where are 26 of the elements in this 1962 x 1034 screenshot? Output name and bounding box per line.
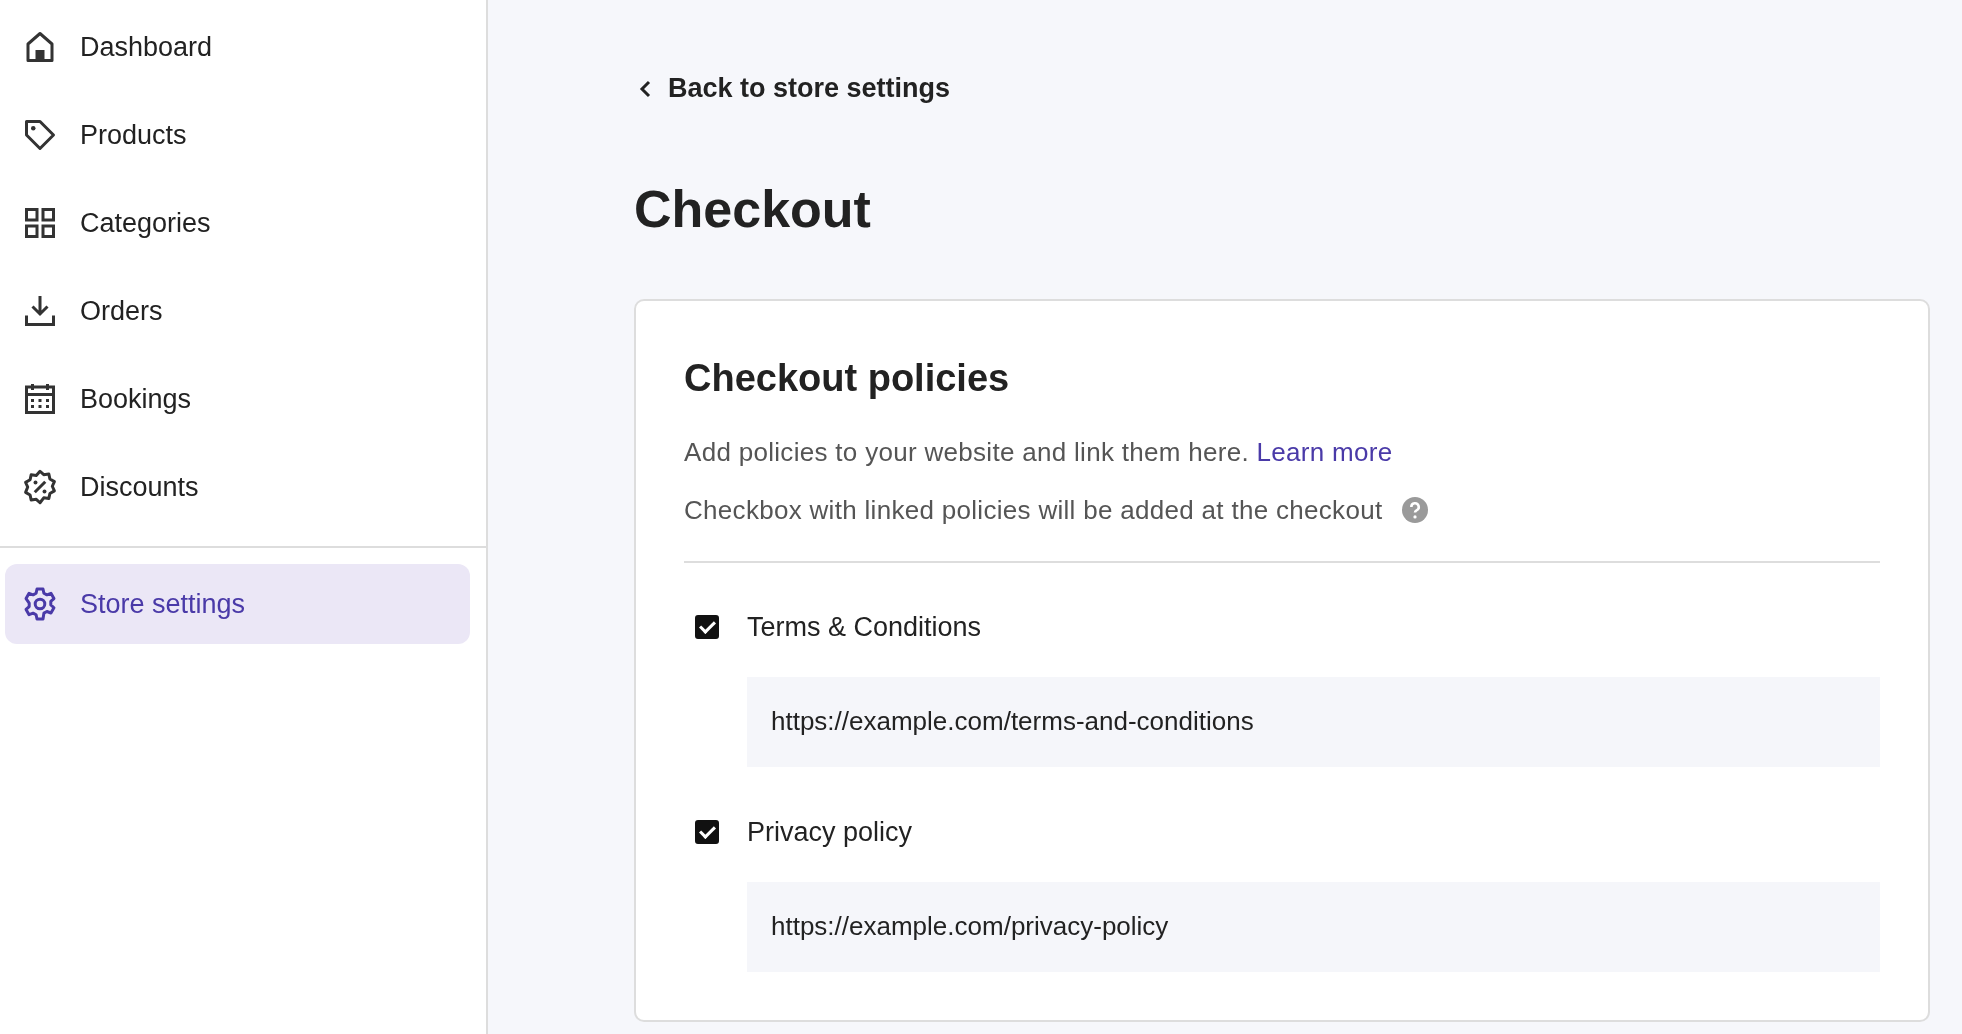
sidebar-item[interactable]: Categories: [5, 179, 470, 267]
discount-badge-icon: [22, 469, 58, 505]
url-field[interactable]: https://example.com/privacy-policy: [747, 881, 1880, 972]
checkbox[interactable]: [695, 615, 719, 639]
page-title: Checkout: [634, 182, 872, 235]
download-icon: [22, 293, 58, 329]
checkbox-label: Privacy policy: [747, 816, 913, 848]
checkbox[interactable]: [695, 820, 719, 844]
sidebar-item[interactable]: Orders: [5, 267, 470, 355]
calendar-icon: [22, 381, 58, 417]
card-title: Checkout policies: [684, 358, 1011, 397]
help-icon[interactable]: [1402, 497, 1429, 523]
checkbox-label: Terms & Conditions: [747, 611, 982, 643]
sidebar-item[interactable]: Bookings: [5, 355, 470, 443]
sidebar-item[interactable]: Store settings: [5, 564, 470, 644]
sidebar-item[interactable]: Dashboard: [5, 3, 470, 91]
back-link[interactable]: Back to store settings: [634, 73, 951, 104]
settings-icon: [22, 586, 58, 622]
url-field[interactable]: https://example.com/terms-and-conditions: [747, 676, 1880, 767]
description-text: Add policies to your website and link them here. Learn more: [684, 436, 1394, 468]
learn-more-link[interactable]: Learn more: [1256, 436, 1393, 467]
grid-icon: [22, 205, 58, 241]
note-text: Checkbox with linked policies will be added at the checkout: [684, 494, 1383, 526]
sidebar-item[interactable]: Products: [5, 91, 470, 179]
tag-icon: [22, 117, 58, 153]
sidebar-item[interactable]: Discounts: [5, 443, 470, 531]
